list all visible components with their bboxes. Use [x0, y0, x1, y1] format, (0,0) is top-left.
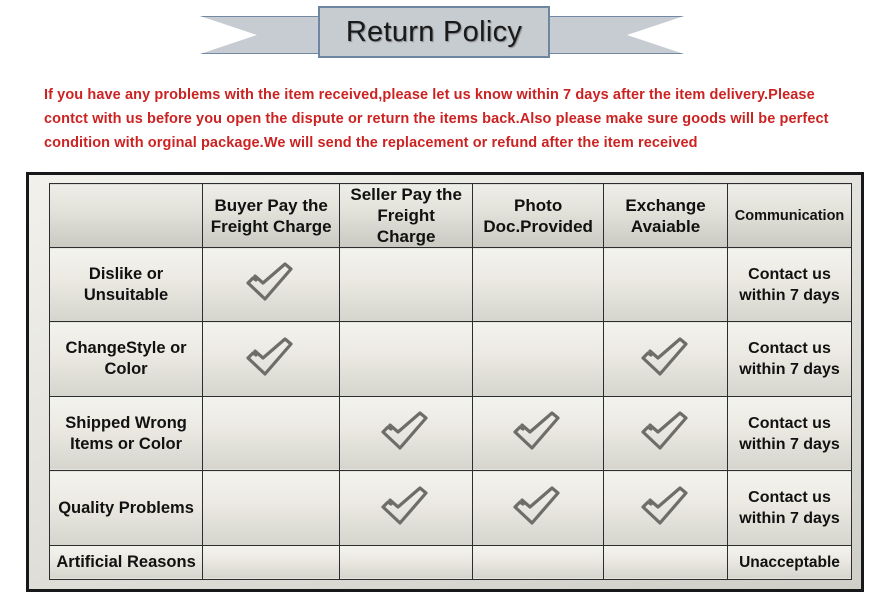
cell-reason: Shipped Wrong Items or Color	[48, 395, 204, 472]
table-row: Shipped Wrong Items or Color Contact us …	[48, 395, 852, 472]
cell-exchange	[603, 544, 729, 581]
header-seller-pay-freight: Seller Pay the Freight Charge	[339, 183, 474, 248]
cell-reason: ChangeStyle or Color	[48, 321, 204, 397]
cell-communication: Unacceptable	[727, 544, 852, 581]
header-reason	[48, 183, 204, 248]
return-policy-banner: Return Policy	[200, 6, 684, 64]
ribbon-tail-right-icon	[534, 16, 684, 54]
policy-paragraph: If you have any problems with the item r…	[44, 86, 829, 151]
cell-photo-doc	[472, 321, 605, 397]
check-mark-icon	[639, 485, 693, 527]
check-mark-icon	[511, 485, 565, 527]
cell-photo-doc	[472, 544, 605, 581]
cell-photo-doc	[472, 246, 605, 323]
header-photo-doc-provided: Photo Doc.Provided	[472, 183, 605, 248]
cell-photo-doc	[472, 395, 605, 472]
cell-communication: Contact us within 7 days	[727, 395, 852, 472]
cell-buyer-pay	[202, 544, 341, 581]
header-buyer-pay-freight: Buyer Pay the Freight Charge	[202, 183, 341, 248]
cell-seller-pay	[339, 321, 474, 397]
cell-buyer-pay	[202, 246, 341, 323]
cell-communication: Contact us within 7 days	[727, 321, 852, 397]
cell-seller-pay	[339, 470, 474, 546]
table-row: Quality Problems Contact us within 7 day…	[48, 470, 852, 546]
cell-seller-pay	[339, 246, 474, 323]
table-row: Artificial Reasons Unacceptable	[48, 544, 852, 581]
table-body: Dislike or Unsuitable Contact us within …	[48, 246, 852, 581]
cell-buyer-pay	[202, 321, 341, 397]
table-row: ChangeStyle or Color Contact us within 7…	[48, 321, 852, 397]
table-header-row: Buyer Pay the Freight Charge Seller Pay …	[48, 183, 852, 248]
page-title: Return Policy	[345, 15, 523, 48]
banner-center-plate: Return Policy	[318, 6, 550, 58]
cell-seller-pay	[339, 395, 474, 472]
check-mark-icon	[639, 336, 693, 378]
cell-photo-doc	[472, 470, 605, 546]
cell-exchange	[603, 246, 729, 323]
cell-reason: Quality Problems	[48, 470, 204, 546]
check-mark-icon	[639, 410, 693, 452]
check-mark-icon	[511, 410, 565, 452]
cell-communication: Contact us within 7 days	[727, 470, 852, 546]
return-policy-table-frame: Buyer Pay the Freight Charge Seller Pay …	[26, 172, 864, 592]
cell-seller-pay	[339, 544, 474, 581]
header-communication: Communication	[727, 183, 852, 248]
cell-communication: Contact us within 7 days	[727, 246, 852, 323]
check-mark-icon	[244, 261, 298, 303]
return-policy-table: Buyer Pay the Freight Charge Seller Pay …	[48, 183, 852, 581]
check-mark-icon	[244, 336, 298, 378]
cell-exchange	[603, 395, 729, 472]
cell-reason: Artificial Reasons	[48, 544, 204, 581]
cell-buyer-pay	[202, 470, 341, 546]
check-mark-icon	[379, 485, 433, 527]
header-exchange-avaiable: Exchange Avaiable	[603, 183, 729, 248]
cell-exchange	[603, 321, 729, 397]
check-mark-icon	[379, 410, 433, 452]
cell-buyer-pay	[202, 395, 341, 472]
table-row: Dislike or Unsuitable Contact us within …	[48, 246, 852, 323]
cell-exchange	[603, 470, 729, 546]
cell-reason: Dislike or Unsuitable	[48, 246, 204, 323]
